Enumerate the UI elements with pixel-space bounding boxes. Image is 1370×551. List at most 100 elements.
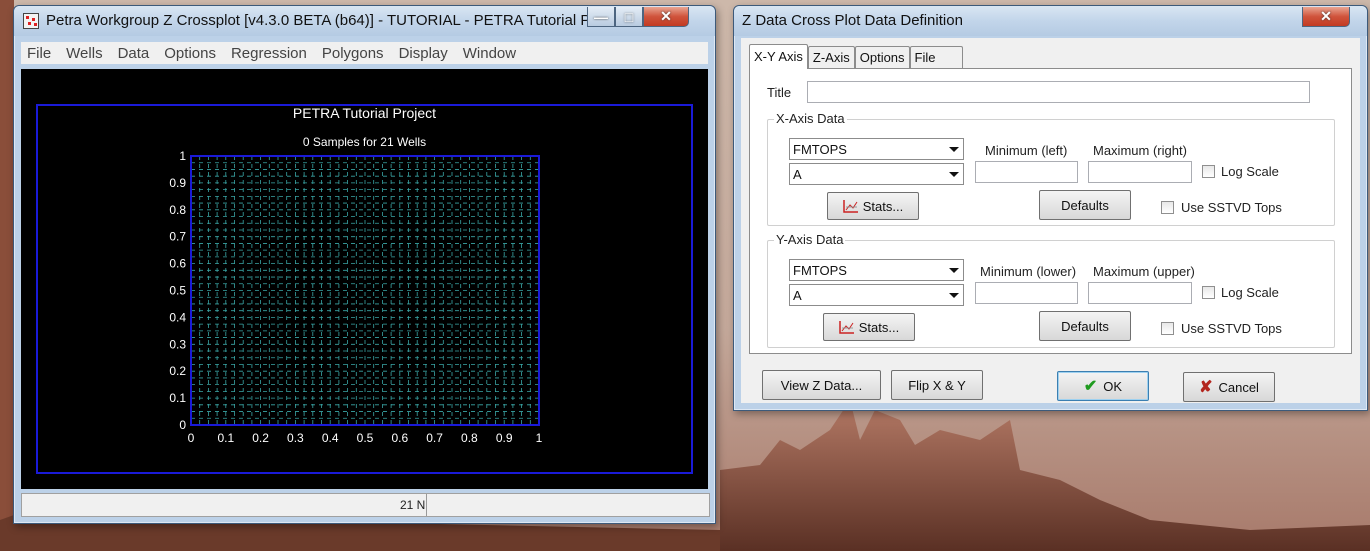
status-well-count: 21 N (398, 494, 428, 516)
tab-file[interactable]: File (909, 46, 963, 69)
y-stats-label: Stats... (858, 319, 900, 335)
y-tick-label: 0.3 (169, 337, 186, 351)
menu-file[interactable]: File (27, 45, 51, 62)
chevron-down-icon (945, 261, 962, 279)
close-button[interactable]: ✕ (643, 7, 689, 27)
menu-display[interactable]: Display (399, 45, 448, 62)
stats-chart-icon (839, 320, 855, 334)
x-source-select[interactable]: FMTOPS (789, 138, 964, 160)
xy-axis-panel: Title X-Axis Data FMTOPS A Minimum (left… (749, 68, 1352, 354)
y-source-select[interactable]: FMTOPS (789, 259, 964, 281)
y-field-select[interactable]: A (789, 284, 964, 306)
x-min-label: Minimum (left) (985, 143, 1068, 158)
x-sstvd-checkbox[interactable] (1161, 201, 1174, 214)
y-tick-label: 0.1 (169, 391, 186, 405)
x-tick-label: 0.5 (357, 431, 374, 445)
y-tick-label: 0.2 (169, 364, 186, 378)
y-tick-label: 0.7 (169, 230, 186, 244)
close-icon: ✕ (1320, 8, 1332, 24)
flip-xy-button[interactable]: Flip X & Y (891, 370, 983, 400)
x-tick-label: 0 (188, 431, 195, 445)
chevron-down-icon (945, 140, 962, 158)
y-stats-button[interactable]: Stats... (823, 313, 915, 341)
y-tick-label: 1 (179, 149, 186, 163)
maximize-icon: □ (624, 8, 634, 25)
dialog-close-button[interactable]: ✕ (1302, 7, 1350, 27)
dialog-titlebar[interactable]: Z Data Cross Plot Data Definition ✕ (734, 6, 1367, 36)
x-tick-label: 0.9 (496, 431, 513, 445)
tab-xy-axis[interactable]: X-Y Axis (749, 44, 808, 69)
y-log-scale-checkbox[interactable] (1202, 286, 1215, 299)
menu-regression[interactable]: Regression (231, 45, 307, 62)
y-tick-label: 0.4 (169, 310, 186, 324)
close-icon: ✕ (660, 8, 672, 24)
y-min-label: Minimum (lower) (980, 264, 1077, 279)
x-tick-label: 0.3 (287, 431, 304, 445)
y-tick-label: 0.6 (169, 257, 186, 271)
menu-polygons[interactable]: Polygons (322, 45, 384, 62)
ok-label: OK (1103, 378, 1123, 394)
menu-window[interactable]: Window (463, 45, 516, 62)
y-source-value: FMTOPS (793, 263, 847, 278)
x-log-scale-label: Log Scale (1221, 164, 1279, 179)
x-sstvd-label: Use SSTVD Tops (1181, 200, 1282, 215)
x-mark-icon: ✘ (1199, 379, 1213, 396)
y-axis-group-label: Y-Axis Data (774, 232, 846, 247)
x-defaults-button[interactable]: Defaults (1039, 190, 1131, 220)
x-tick-label: 0.6 (391, 431, 408, 445)
ok-button[interactable]: ✔ OK (1057, 371, 1149, 401)
minimize-button[interactable]: — (587, 7, 615, 27)
x-min-input[interactable] (975, 161, 1078, 183)
y-field-value: A (793, 288, 802, 303)
crossplot-window: Petra Workgroup Z Crossplot [v4.3.0 BETA… (13, 5, 716, 524)
x-axis-group-label: X-Axis Data (774, 111, 847, 126)
x-stats-label: Stats... (862, 198, 904, 214)
crossplot-window-title: Petra Workgroup Z Crossplot [v4.3.0 BETA… (46, 12, 608, 29)
x-field-select[interactable]: A (789, 163, 964, 185)
title-input[interactable] (807, 81, 1310, 103)
dialog-body: X-Y Axis Z-Axis Options File Title X-Axi… (741, 38, 1360, 403)
x-tick-label: 1 (536, 431, 543, 445)
x-field-value: A (793, 167, 802, 182)
tab-z-axis[interactable]: Z-Axis (807, 46, 855, 69)
y-defaults-button[interactable]: Defaults (1039, 311, 1131, 341)
chevron-down-icon (945, 165, 962, 183)
x-tick-label: 0.7 (426, 431, 443, 445)
y-tick-label: 0.8 (169, 203, 186, 217)
crossplot-titlebar[interactable]: Petra Workgroup Z Crossplot [v4.3.0 BETA… (14, 6, 715, 36)
status-bar: 21 N (21, 493, 710, 517)
menu-wells[interactable]: Wells (66, 45, 102, 62)
x-stats-button[interactable]: Stats... (827, 192, 919, 220)
menu-data[interactable]: Data (118, 45, 150, 62)
y-max-input[interactable] (1088, 282, 1192, 304)
x-tick-label: 0.2 (252, 431, 269, 445)
x-tick-label: 0.4 (322, 431, 339, 445)
menu-options[interactable]: Options (164, 45, 216, 62)
x-log-scale-checkbox[interactable] (1202, 165, 1215, 178)
stats-chart-icon (843, 199, 859, 213)
crossplot-canvas[interactable]: PETRA Tutorial Project 0 Samples for 21 … (21, 69, 708, 489)
y-sstvd-label: Use SSTVD Tops (1181, 321, 1282, 336)
y-tick-label: 0 (179, 418, 186, 432)
tab-strip: X-Y Axis Z-Axis Options File (749, 44, 963, 69)
y-sstvd-checkbox[interactable] (1161, 322, 1174, 335)
x-source-value: FMTOPS (793, 142, 847, 157)
x-tick-label: 0.8 (461, 431, 478, 445)
view-z-data-button[interactable]: View Z Data... (762, 370, 881, 400)
tab-options[interactable]: Options (854, 46, 910, 69)
checkmark-icon: ✔ (1083, 378, 1098, 395)
menubar: File Wells Data Options Regression Polyg… (21, 42, 708, 64)
y-max-label: Maximum (upper) (1093, 264, 1195, 279)
petra-app-icon[interactable] (23, 13, 39, 29)
x-max-label: Maximum (right) (1093, 143, 1187, 158)
y-log-scale-label: Log Scale (1221, 285, 1279, 300)
cancel-button[interactable]: ✘ Cancel (1183, 372, 1275, 402)
data-definition-dialog: Z Data Cross Plot Data Definition ✕ X-Y … (733, 5, 1368, 411)
cancel-label: Cancel (1218, 379, 1259, 395)
y-tick-label: 0.5 (169, 284, 186, 298)
title-label: Title (767, 85, 792, 100)
maximize-button[interactable]: □ (615, 7, 643, 27)
minimize-icon: — (594, 8, 608, 25)
x-max-input[interactable] (1088, 161, 1192, 183)
y-min-input[interactable] (975, 282, 1078, 304)
